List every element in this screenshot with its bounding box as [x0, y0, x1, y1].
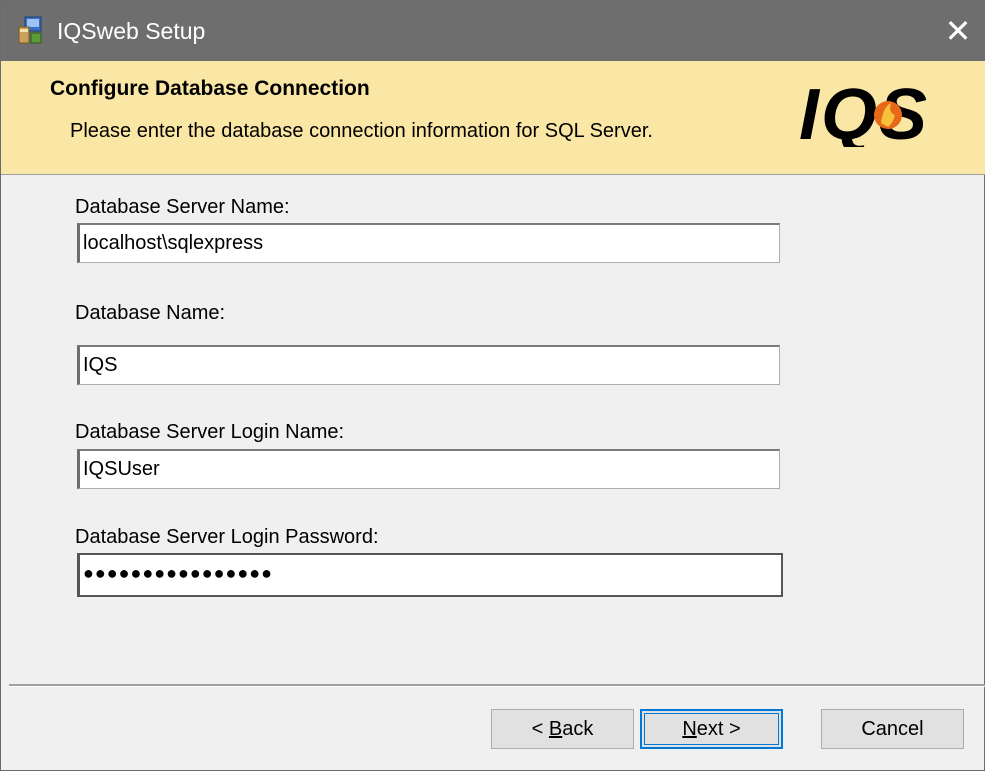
- login-password-label: Database Server Login Password:: [75, 526, 379, 548]
- server-name-value: localhost\sqlexpress: [83, 232, 264, 254]
- database-name-label: Database Name:: [75, 302, 226, 324]
- close-button[interactable]: ✕: [930, 1, 985, 61]
- next-button[interactable]: Next >: [640, 709, 783, 749]
- login-name-value: IQSUser: [83, 458, 160, 480]
- iqs-logo: IQS: [799, 77, 929, 147]
- server-name-label: Database Server Name:: [75, 196, 290, 218]
- header-banner: Configure Database Connection Please ent…: [1, 61, 985, 175]
- database-name-input[interactable]: IQS: [77, 345, 780, 385]
- server-name-input[interactable]: localhost\sqlexpress: [77, 223, 780, 263]
- back-button[interactable]: < Back: [491, 709, 634, 749]
- next-button-label: Next >: [682, 717, 741, 740]
- cancel-button[interactable]: Cancel: [821, 709, 964, 749]
- cancel-button-label: Cancel: [861, 717, 924, 740]
- installer-icon: [18, 16, 42, 44]
- setup-window: IQSweb Setup ✕ Configure Database Connec…: [0, 0, 985, 771]
- window-title: IQSweb Setup: [57, 18, 206, 44]
- login-name-label: Database Server Login Name:: [75, 421, 345, 443]
- database-name-value: IQS: [83, 354, 118, 376]
- banner-title: Configure Database Connection: [50, 77, 370, 100]
- close-icon: ✕: [944, 13, 972, 49]
- back-button-label: < Back: [531, 717, 594, 740]
- title-bar[interactable]: IQSweb Setup ✕: [1, 1, 985, 61]
- login-name-input[interactable]: IQSUser: [77, 449, 780, 489]
- footer-divider: [9, 684, 985, 687]
- logo-text: IQS: [799, 77, 929, 147]
- login-password-value: ●●●●●●●●●●●●●●●●: [83, 563, 273, 583]
- login-password-input[interactable]: ●●●●●●●●●●●●●●●●: [77, 553, 783, 597]
- banner-subtitle: Please enter the database connection inf…: [70, 120, 653, 142]
